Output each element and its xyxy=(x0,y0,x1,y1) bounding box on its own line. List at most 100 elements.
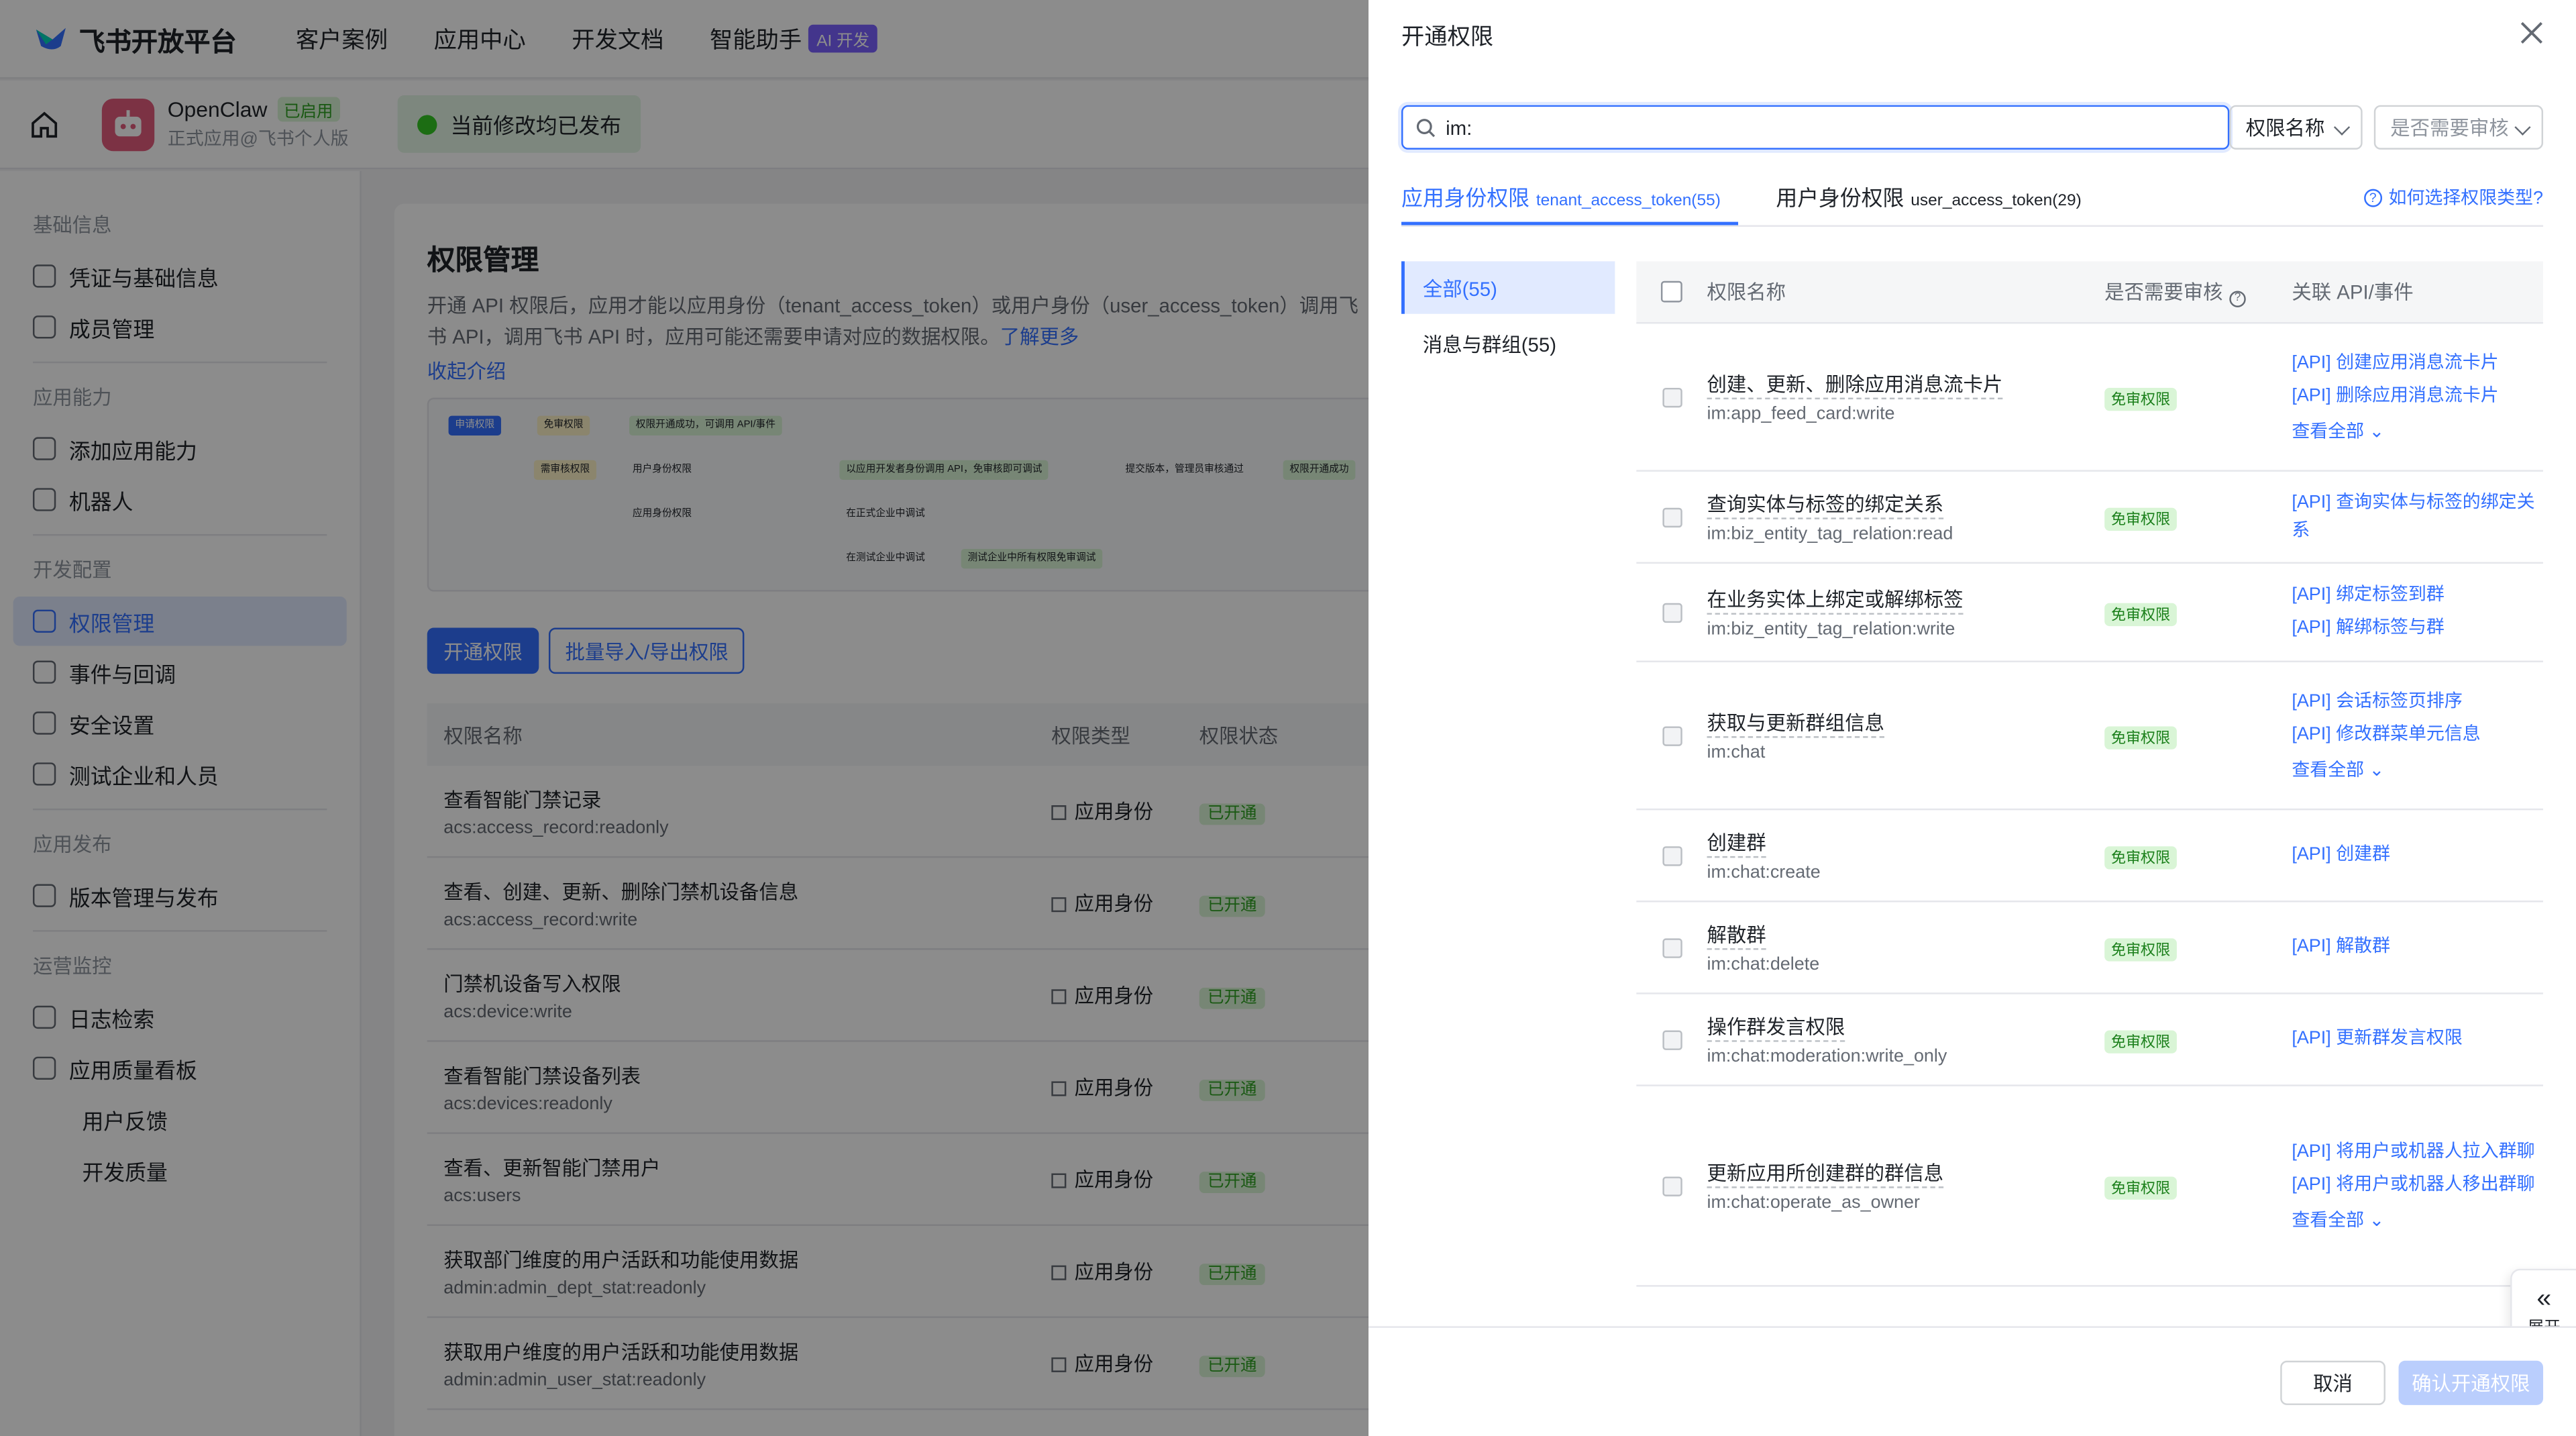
api-link[interactable]: [API] 解绑标签与群 xyxy=(2292,615,2543,643)
row-checkbox[interactable] xyxy=(1662,602,1682,622)
permission-name: 获取与更新群组信息 xyxy=(1707,710,1885,738)
column-header: 关联 API/事件 xyxy=(2292,280,2414,305)
select-all-checkbox[interactable] xyxy=(1660,280,1682,303)
cell-review: 免审权限 xyxy=(2104,502,2292,531)
cell-apis: [API] 查询实体与标签的绑定关系 xyxy=(2292,484,2543,550)
cell-apis: [API] 解散群 xyxy=(2292,929,2543,966)
tab-user-identity[interactable]: 用户身份权限 user_access_token(29) xyxy=(1776,181,2081,212)
permission-row: 在业务实体上绑定或解绑标签 im:biz_entity_tag_relation:… xyxy=(1636,564,2544,662)
cell-name: 在业务实体上绑定或解绑标签 im:biz_entity_tag_relation:… xyxy=(1707,585,2105,639)
review-badge: 免审权限 xyxy=(2104,507,2177,530)
chevron-down-icon xyxy=(2514,119,2531,136)
column-header: 权限名称 xyxy=(1707,280,1786,305)
cell-review: 免审权限 xyxy=(2104,933,2292,962)
review-badge: 免审权限 xyxy=(2104,845,2177,869)
permission-row: 创建群 im:chat:create 免审权限 [API] 创建群 xyxy=(1636,810,2544,903)
row-checkbox[interactable] xyxy=(1662,387,1682,407)
api-link[interactable]: [API] 会话标签页排序 xyxy=(2292,688,2543,716)
permission-name: 更新应用所创建群的群信息 xyxy=(1707,1160,1944,1188)
select-value: 权限名称 xyxy=(2245,116,2325,140)
api-link[interactable]: [API] 修改群菜单元信息 xyxy=(2292,721,2543,749)
see-all-link[interactable]: 查看全部 ⌄ xyxy=(2292,1205,2543,1231)
cell-review: 免审权限 xyxy=(2104,841,2292,870)
permission-row: 解散群 im:chat:delete 免审权限 [API] 解散群 xyxy=(1636,903,2544,994)
drawer-footer: 取消 确认开通权限 xyxy=(1368,1326,2576,1436)
tab-app-identity[interactable]: 应用身份权限 tenant_access_token(55) xyxy=(1401,181,1721,212)
question-icon: ? xyxy=(2363,188,2382,207)
review-badge: 免审权限 xyxy=(2104,937,2177,961)
cell-apis: [API] 更新群发言权限 xyxy=(2292,1021,2543,1058)
api-link[interactable]: [API] 将用户或机器人拉入群聊 xyxy=(2292,1138,2543,1166)
cell-review: 免审权限 xyxy=(2104,1171,2292,1200)
modal-backdrop[interactable] xyxy=(0,0,1371,1436)
chevron-down-icon: ⌄ xyxy=(2364,760,2385,780)
chevron-down-icon: ⌄ xyxy=(2364,1210,2385,1231)
permission-code: im:chat:create xyxy=(1707,862,1821,883)
search-icon xyxy=(1416,117,1436,137)
table-header: 权限名称 是否需要审核? 关联 API/事件 xyxy=(1636,261,2544,324)
cell-name: 获取与更新群组信息 im:chat xyxy=(1707,709,2105,762)
double-chevron-left-icon: « xyxy=(2536,1284,2552,1313)
cancel-button[interactable]: 取消 xyxy=(2280,1360,2385,1405)
row-checkbox[interactable] xyxy=(1662,725,1682,746)
cell-checkbox xyxy=(1636,1176,1707,1196)
permission-code: im:biz_entity_tag_relation:write xyxy=(1707,619,1955,639)
see-all-link[interactable]: 查看全部 ⌄ xyxy=(2292,755,2543,781)
search-input[interactable] xyxy=(1446,115,2228,139)
tab-label: 用户身份权限 xyxy=(1776,185,1904,211)
open-permission-drawer: 开通权限 权限名称 是否需要审核 应用身份权限 tenant_access_tok… xyxy=(1368,0,2576,1436)
category-all[interactable]: 全部(55) xyxy=(1401,261,1615,314)
permission-code: im:chat:moderation:write_only xyxy=(1707,1047,1947,1067)
search-field-select[interactable]: 权限名称 xyxy=(2229,105,2363,150)
row-checkbox[interactable] xyxy=(1662,1176,1682,1196)
api-link[interactable]: [API] 创建群 xyxy=(2292,841,2543,870)
permission-row: 获取与更新群组信息 im:chat 免审权限 [API] 会话标签页排序 [API] 修… xyxy=(1636,662,2544,811)
cell-apis: [API] 创建应用消息流卡片 [API] 删除应用消息流卡片 查看全部 ⌄ xyxy=(2292,344,2543,450)
cell-checkbox xyxy=(1636,1029,1707,1049)
api-link[interactable]: [API] 查询实体与标签的绑定关系 xyxy=(2292,489,2543,545)
row-checkbox[interactable] xyxy=(1662,845,1682,866)
select-placeholder: 是否需要审核 xyxy=(2390,116,2509,140)
api-link[interactable]: [API] 将用户或机器人移出群聊 xyxy=(2292,1171,2543,1199)
review-badge: 免审权限 xyxy=(2104,1176,2177,1199)
confirm-open-button[interactable]: 确认开通权限 xyxy=(2398,1360,2544,1405)
permission-name: 创建群 xyxy=(1707,830,1766,858)
review-badge: 免审权限 xyxy=(2104,725,2177,749)
row-checkbox[interactable] xyxy=(1662,937,1682,958)
permission-code: im:biz_entity_tag_relation:read xyxy=(1707,524,1953,544)
review-filter-select[interactable]: 是否需要审核 xyxy=(2373,105,2544,150)
see-all-link[interactable]: 查看全部 ⌄ xyxy=(2292,417,2543,443)
permission-code: im:app_feed_card:write xyxy=(1707,404,1895,424)
search-box xyxy=(1401,105,2230,150)
row-checkbox[interactable] xyxy=(1662,1029,1682,1049)
tab-token: user_access_token(29) xyxy=(1911,192,2082,211)
see-all-label: 查看全部 xyxy=(2292,421,2365,442)
cell-checkbox xyxy=(1636,602,1707,622)
category-messages-groups[interactable]: 消息与群组(55) xyxy=(1401,317,1615,370)
cell-checkbox xyxy=(1636,845,1707,866)
api-link[interactable]: [API] 绑定标签到群 xyxy=(2292,582,2543,610)
cell-review: 免审权限 xyxy=(2104,382,2292,411)
row-checkbox[interactable] xyxy=(1662,507,1682,527)
active-tab-indicator xyxy=(1401,221,1739,225)
review-badge: 免审权限 xyxy=(2104,602,2177,625)
table-body: 创建、更新、删除应用消息流卡片 im:app_feed_card:write 免审权… xyxy=(1636,323,2544,1287)
cell-checkbox xyxy=(1636,725,1707,746)
chevron-down-icon: ⌄ xyxy=(2364,421,2385,442)
close-icon[interactable] xyxy=(2518,19,2544,46)
api-link[interactable]: [API] 更新群发言权限 xyxy=(2292,1025,2543,1054)
cell-name: 创建、更新、删除应用消息流卡片 im:app_feed_card:write xyxy=(1707,370,2105,424)
see-all-label: 查看全部 xyxy=(2292,1210,2365,1231)
permission-name: 解散群 xyxy=(1707,922,1766,950)
cell-name: 操作群发言权限 im:chat:moderation:write_only xyxy=(1707,1013,2105,1067)
question-icon[interactable]: ? xyxy=(2229,290,2246,307)
help-link[interactable]: ? 如何选择权限类型? xyxy=(2363,184,2543,210)
api-link[interactable]: [API] 创建应用消息流卡片 xyxy=(2292,349,2543,377)
permission-row: 查询实体与标签的绑定关系 im:biz_entity_tag_relation:r… xyxy=(1636,472,2544,564)
api-link[interactable]: [API] 删除应用消息流卡片 xyxy=(2292,382,2543,410)
api-link[interactable]: [API] 解散群 xyxy=(2292,933,2543,962)
cell-apis: [API] 绑定标签到群 [API] 解绑标签与群 xyxy=(2292,577,2543,648)
category-list: 全部(55) 消息与群组(55) xyxy=(1401,261,1615,373)
permission-row: 更新应用所创建群的群信息 im:chat:operate_as_owner 免审权限… xyxy=(1636,1086,2544,1287)
permission-code: im:chat:delete xyxy=(1707,954,1820,975)
